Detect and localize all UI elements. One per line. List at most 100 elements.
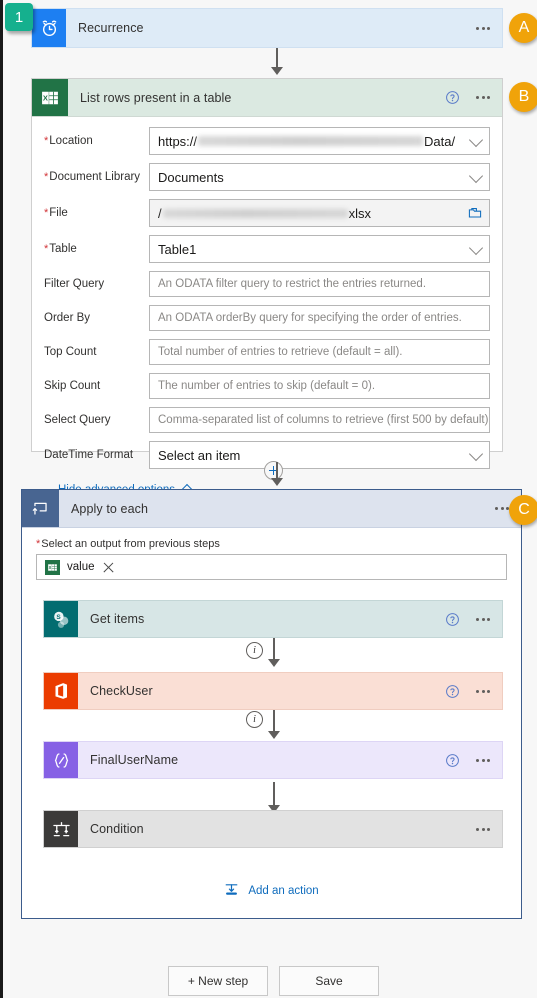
card-title: FinalUserName bbox=[90, 753, 179, 767]
action-card-get-items[interactable]: S Get items bbox=[43, 600, 503, 638]
svg-text:X: X bbox=[43, 93, 48, 102]
table-input[interactable]: Table1 bbox=[149, 235, 490, 263]
output-selector-label: *Select an output from previous steps bbox=[36, 538, 220, 550]
output-token-label: value bbox=[67, 561, 95, 573]
add-an-action-label: Add an action bbox=[248, 885, 319, 897]
field-label-table: *Table bbox=[44, 243, 77, 255]
datetime-format-dropdown[interactable]: Select an item bbox=[149, 441, 490, 469]
list-rows-form: *Location https:// Data/ *Document Libra… bbox=[32, 117, 502, 499]
connector-arrow bbox=[268, 462, 286, 488]
top-count-input[interactable]: Total number of entries to retrieve (def… bbox=[149, 339, 490, 365]
filter-query-input[interactable]: An ODATA filter query to restrict the en… bbox=[149, 271, 490, 297]
skip-count-input[interactable]: The number of entries to skip (default =… bbox=[149, 373, 490, 399]
card-title: Recurrence bbox=[78, 21, 144, 35]
apply-to-each-body: *Select an output from previous steps X … bbox=[22, 528, 521, 580]
field-label-select-query: Select Query bbox=[44, 414, 111, 426]
form-row-select-query: Select Query Comma-separated list of col… bbox=[44, 407, 490, 433]
file-value-suffix: xlsx bbox=[348, 205, 372, 221]
form-row-table: *Table Table1 bbox=[44, 235, 490, 263]
more-options-button[interactable] bbox=[470, 26, 496, 30]
required-asterisk: * bbox=[44, 171, 49, 183]
output-selector-input[interactable]: X value bbox=[36, 554, 507, 580]
select-query-input[interactable]: Comma-separated list of columns to retri… bbox=[149, 407, 490, 433]
action-panel-list-rows: X List rows present in a table *Location… bbox=[31, 78, 503, 499]
excel-icon: X bbox=[32, 79, 68, 116]
field-label-order-by: Order By bbox=[44, 312, 91, 324]
scope-panel-apply-to-each: Apply to each *Select an output from pre… bbox=[21, 489, 522, 919]
remove-token-icon[interactable] bbox=[102, 561, 115, 574]
document-library-input[interactable]: Documents bbox=[149, 163, 490, 191]
form-row-filter-query: Filter Query An ODATA filter query to re… bbox=[44, 271, 490, 297]
folder-picker-icon[interactable] bbox=[468, 206, 482, 223]
card-title: Get items bbox=[90, 612, 145, 626]
card-title: CheckUser bbox=[90, 684, 153, 698]
form-row-location: *Location https:// Data/ bbox=[44, 127, 490, 155]
callout-badge-a: A bbox=[509, 13, 537, 43]
help-icon[interactable] bbox=[445, 90, 460, 105]
file-input[interactable]: / xlsx bbox=[149, 199, 490, 227]
action-card-checkuser[interactable]: CheckUser bbox=[43, 672, 503, 710]
excel-icon: X bbox=[45, 559, 60, 575]
redacted-text bbox=[198, 136, 424, 146]
connector-arrow bbox=[265, 638, 283, 668]
order-by-input[interactable]: An ODATA orderBy query for specifying th… bbox=[149, 305, 490, 331]
loop-icon bbox=[22, 490, 59, 527]
callout-badge-b: B bbox=[509, 82, 537, 112]
add-an-action-button[interactable]: Add an action bbox=[22, 882, 521, 900]
chevron-down-icon[interactable] bbox=[468, 132, 484, 148]
card-title: Condition bbox=[90, 822, 144, 836]
trigger-card-recurrence[interactable]: Recurrence bbox=[31, 8, 503, 48]
more-options-button[interactable] bbox=[470, 689, 496, 693]
more-options-button[interactable] bbox=[470, 617, 496, 621]
form-row-order-by: Order By An ODATA orderBy query for spec… bbox=[44, 305, 490, 331]
action-card-apply-to-each[interactable]: Apply to each bbox=[22, 490, 521, 528]
datetime-format-value: Select an item bbox=[158, 447, 241, 463]
more-options-button[interactable] bbox=[470, 758, 496, 762]
required-asterisk: * bbox=[44, 207, 49, 219]
location-value-prefix: https:// bbox=[158, 133, 198, 149]
info-icon[interactable]: i bbox=[246, 711, 263, 728]
more-options-button[interactable] bbox=[470, 96, 496, 99]
field-label-datetime-format: DateTime Format bbox=[44, 449, 134, 461]
alarm-clock-icon bbox=[32, 9, 66, 47]
save-button[interactable]: Save bbox=[279, 966, 379, 996]
callout-badge-c: C bbox=[509, 495, 537, 525]
card-title: Apply to each bbox=[71, 501, 149, 516]
required-asterisk: * bbox=[36, 538, 41, 550]
sharepoint-icon: S bbox=[44, 601, 78, 637]
chevron-down-icon[interactable] bbox=[468, 168, 484, 184]
action-card-finalusername[interactable]: FinalUserName bbox=[43, 741, 503, 779]
help-icon[interactable] bbox=[445, 753, 460, 768]
field-label-filter-query: Filter Query bbox=[44, 278, 105, 290]
field-label-file: *File bbox=[44, 207, 68, 219]
help-icon[interactable] bbox=[445, 612, 460, 627]
location-value-suffix: Data/ bbox=[424, 133, 456, 149]
chevron-down-icon[interactable] bbox=[468, 240, 484, 256]
field-label-skip-count: Skip Count bbox=[44, 380, 101, 392]
card-title: List rows present in a table bbox=[80, 90, 232, 105]
required-asterisk: * bbox=[44, 135, 49, 147]
condition-icon bbox=[44, 811, 78, 847]
action-card-list-rows[interactable]: X List rows present in a table bbox=[32, 79, 502, 117]
redacted-text bbox=[162, 208, 348, 218]
more-options-button[interactable] bbox=[470, 827, 496, 831]
svg-text:X: X bbox=[49, 565, 52, 570]
field-label-location: *Location bbox=[44, 135, 93, 147]
location-input[interactable]: https:// Data/ bbox=[149, 127, 490, 155]
chevron-down-icon[interactable] bbox=[468, 446, 484, 462]
help-icon[interactable] bbox=[445, 684, 460, 699]
connector-arrow bbox=[268, 48, 286, 76]
field-label-top-count: Top Count bbox=[44, 346, 97, 358]
file-value-prefix: / bbox=[158, 205, 162, 221]
flow-designer-canvas: 1 Recurrence A X List rows present in a … bbox=[0, 0, 537, 998]
add-action-icon bbox=[224, 882, 239, 900]
office365-icon bbox=[44, 673, 78, 709]
form-row-top-count: Top Count Total number of entries to ret… bbox=[44, 339, 490, 365]
action-card-condition[interactable]: Condition bbox=[43, 810, 503, 848]
info-icon[interactable]: i bbox=[246, 642, 263, 659]
callout-badge-1: 1 bbox=[5, 3, 33, 31]
connector-arrow bbox=[265, 710, 283, 740]
new-step-button[interactable]: + New step bbox=[168, 966, 268, 996]
form-row-document-library: *Document Library Documents bbox=[44, 163, 490, 191]
form-row-skip-count: Skip Count The number of entries to skip… bbox=[44, 373, 490, 399]
